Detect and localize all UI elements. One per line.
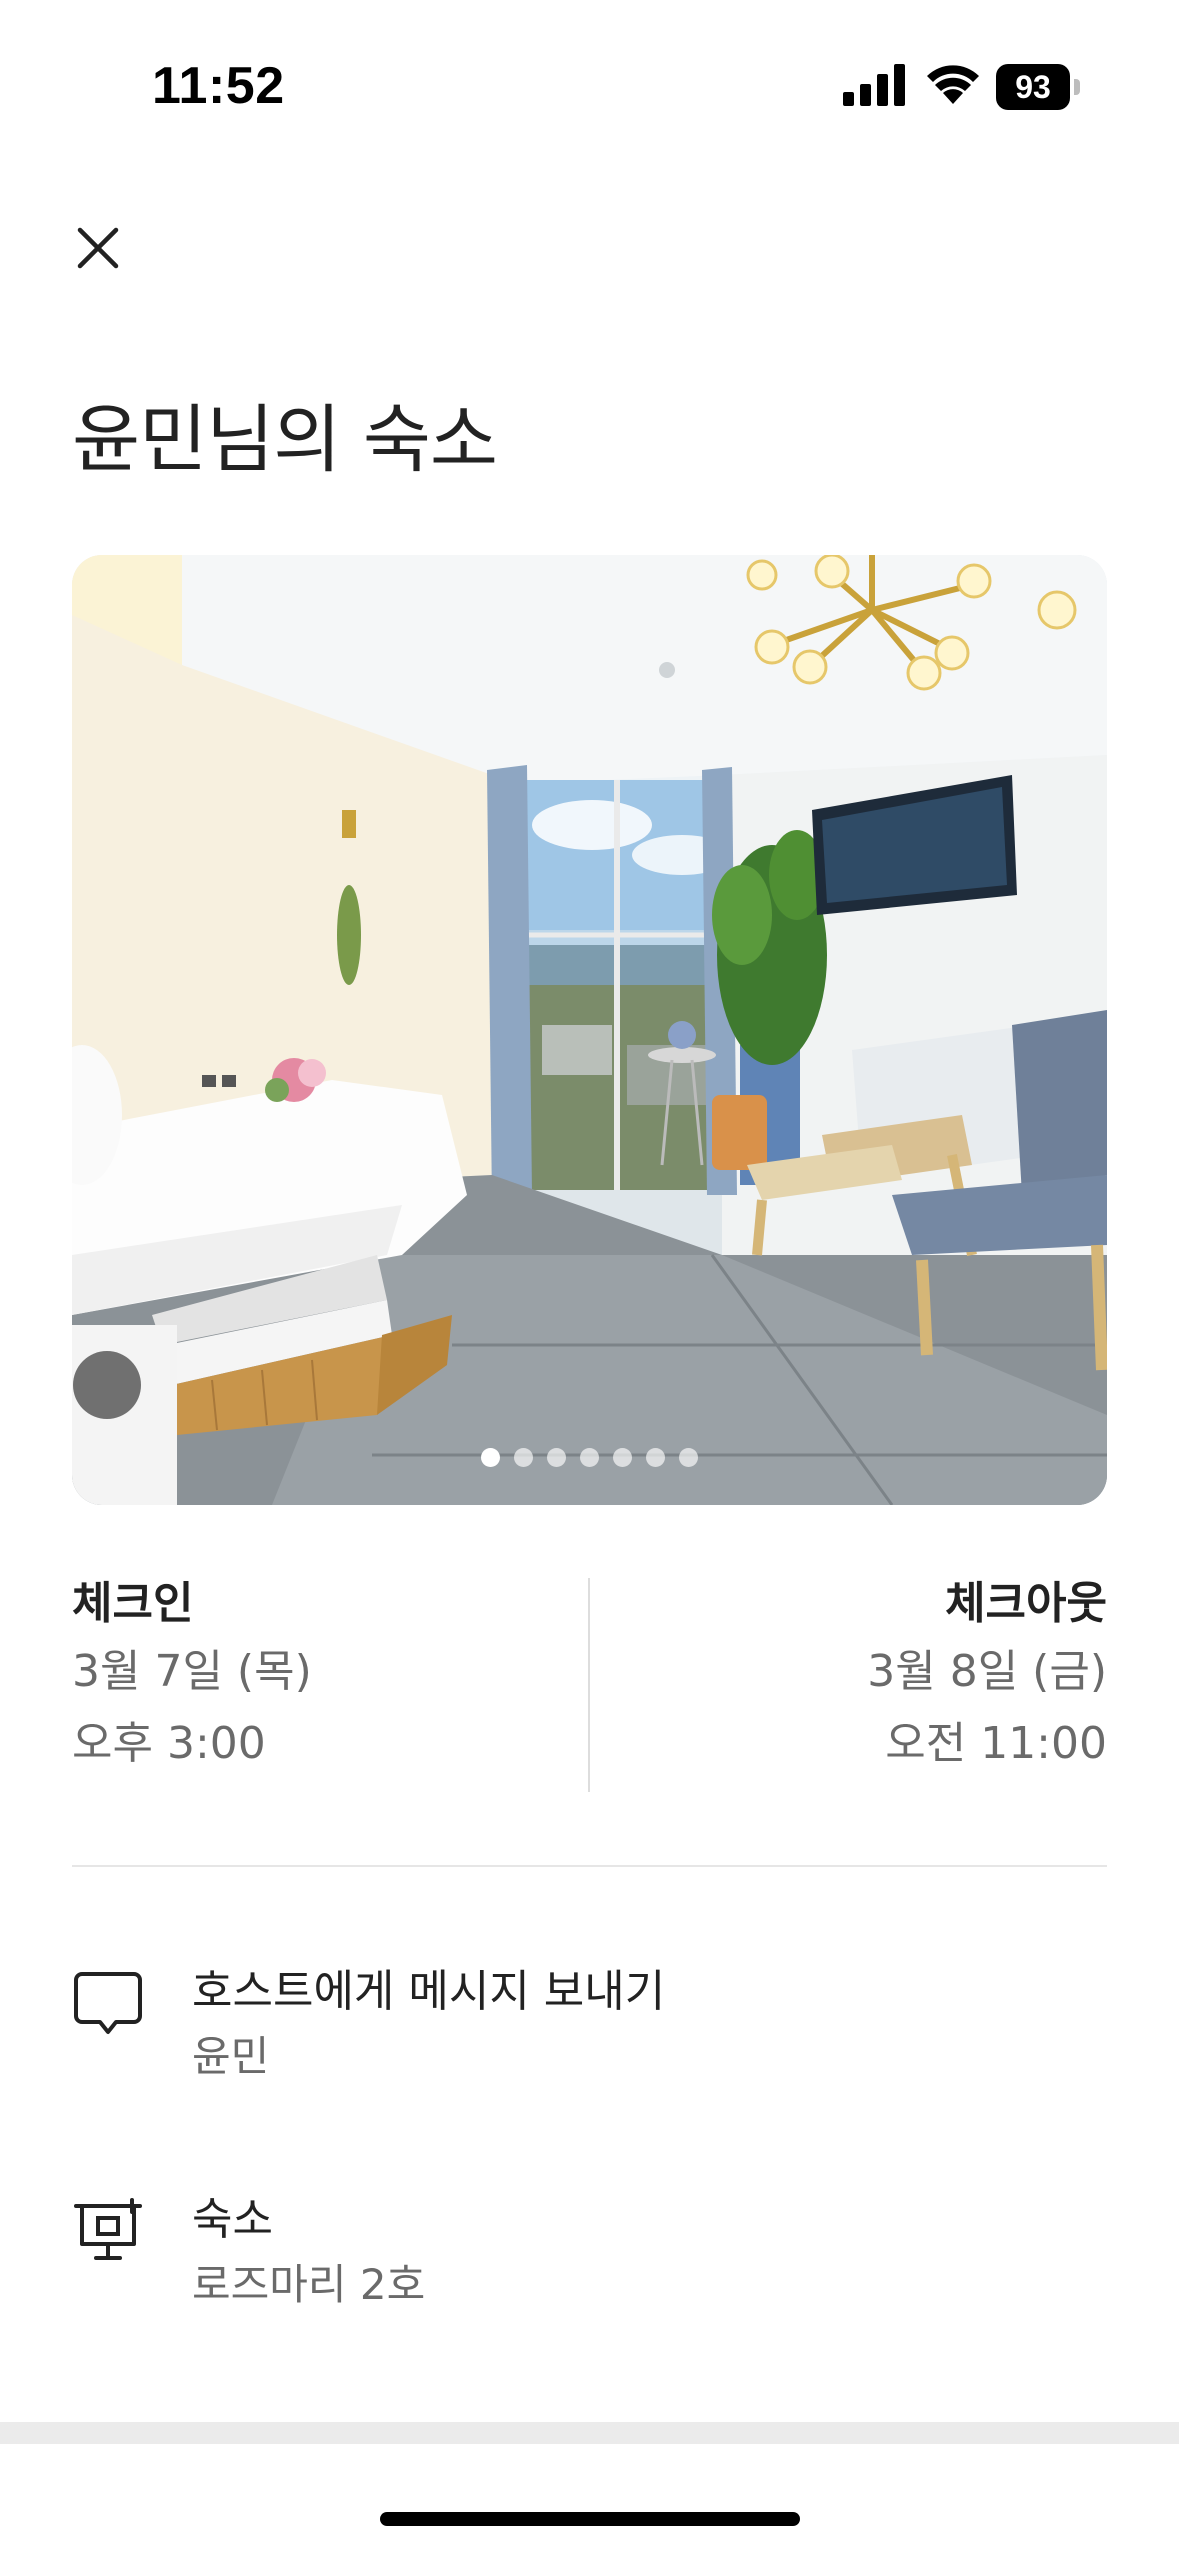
section-divider bbox=[72, 1865, 1107, 1867]
message-host-row[interactable]: 호스트에게 메시지 보내기 윤민 bbox=[72, 1966, 1107, 2108]
pager-dot[interactable] bbox=[580, 1448, 599, 1467]
listing-photo-carousel[interactable] bbox=[72, 555, 1107, 1505]
pager-dot[interactable] bbox=[613, 1448, 632, 1467]
reservation-detail-screen: 11:52 93 윤민님의 숙소 체크인 3월 7일 (목) 오후 3:00 체… bbox=[0, 0, 1179, 2556]
bottom-section-band bbox=[0, 2422, 1179, 2444]
checkin-block: 체크인 3월 7일 (목) 오후 3:00 bbox=[72, 1572, 312, 1780]
checkin-date: 3월 7일 (목) bbox=[72, 1646, 312, 1697]
status-time: 11:52 bbox=[152, 57, 285, 115]
pager-dot[interactable] bbox=[646, 1448, 665, 1467]
page-title: 윤민님의 숙소 bbox=[72, 397, 498, 483]
listing-name: 로즈마리 2호 bbox=[192, 2260, 426, 2309]
host-name: 윤민 bbox=[192, 2032, 270, 2081]
pager-dot[interactable] bbox=[679, 1448, 698, 1467]
wifi-icon bbox=[927, 65, 979, 104]
battery-icon: 93 bbox=[996, 64, 1080, 110]
listing-icon bbox=[74, 2198, 142, 2260]
message-host-text: 호스트에게 메시지 보내기 윤민 bbox=[192, 1960, 665, 2090]
listing-text: 숙소 로즈마리 2호 bbox=[192, 2188, 425, 2318]
checkin-time: 오후 3:00 bbox=[72, 1718, 266, 1769]
checkout-date: 3월 8일 (금) bbox=[867, 1646, 1107, 1697]
message-bubble-icon bbox=[74, 1972, 142, 2034]
checkout-time: 오전 11:00 bbox=[885, 1718, 1107, 1769]
battery-level: 93 bbox=[996, 64, 1070, 110]
checkin-label: 체크인 bbox=[72, 1578, 194, 1629]
pager-dot[interactable] bbox=[547, 1448, 566, 1467]
checkout-label: 체크아웃 bbox=[945, 1578, 1107, 1629]
home-indicator[interactable] bbox=[380, 2512, 800, 2526]
listing-title: 숙소 bbox=[192, 2194, 273, 2245]
checkin-checkout-divider bbox=[588, 1578, 590, 1792]
status-bar: 11:52 93 bbox=[0, 0, 1179, 160]
close-button[interactable] bbox=[62, 212, 134, 284]
photo-pager-dots bbox=[72, 1448, 1107, 1467]
pager-dot[interactable] bbox=[481, 1448, 500, 1467]
battery-tip bbox=[1074, 79, 1080, 95]
close-icon bbox=[77, 227, 119, 269]
pager-dot[interactable] bbox=[514, 1448, 533, 1467]
checkout-block: 체크아웃 3월 8일 (금) 오전 11:00 bbox=[867, 1572, 1107, 1780]
message-host-title: 호스트에게 메시지 보내기 bbox=[192, 1966, 666, 2017]
room-photo bbox=[72, 555, 1107, 1505]
cellular-signal-icon bbox=[843, 64, 905, 106]
listing-row[interactable]: 숙소 로즈마리 2호 bbox=[72, 2194, 1107, 2336]
